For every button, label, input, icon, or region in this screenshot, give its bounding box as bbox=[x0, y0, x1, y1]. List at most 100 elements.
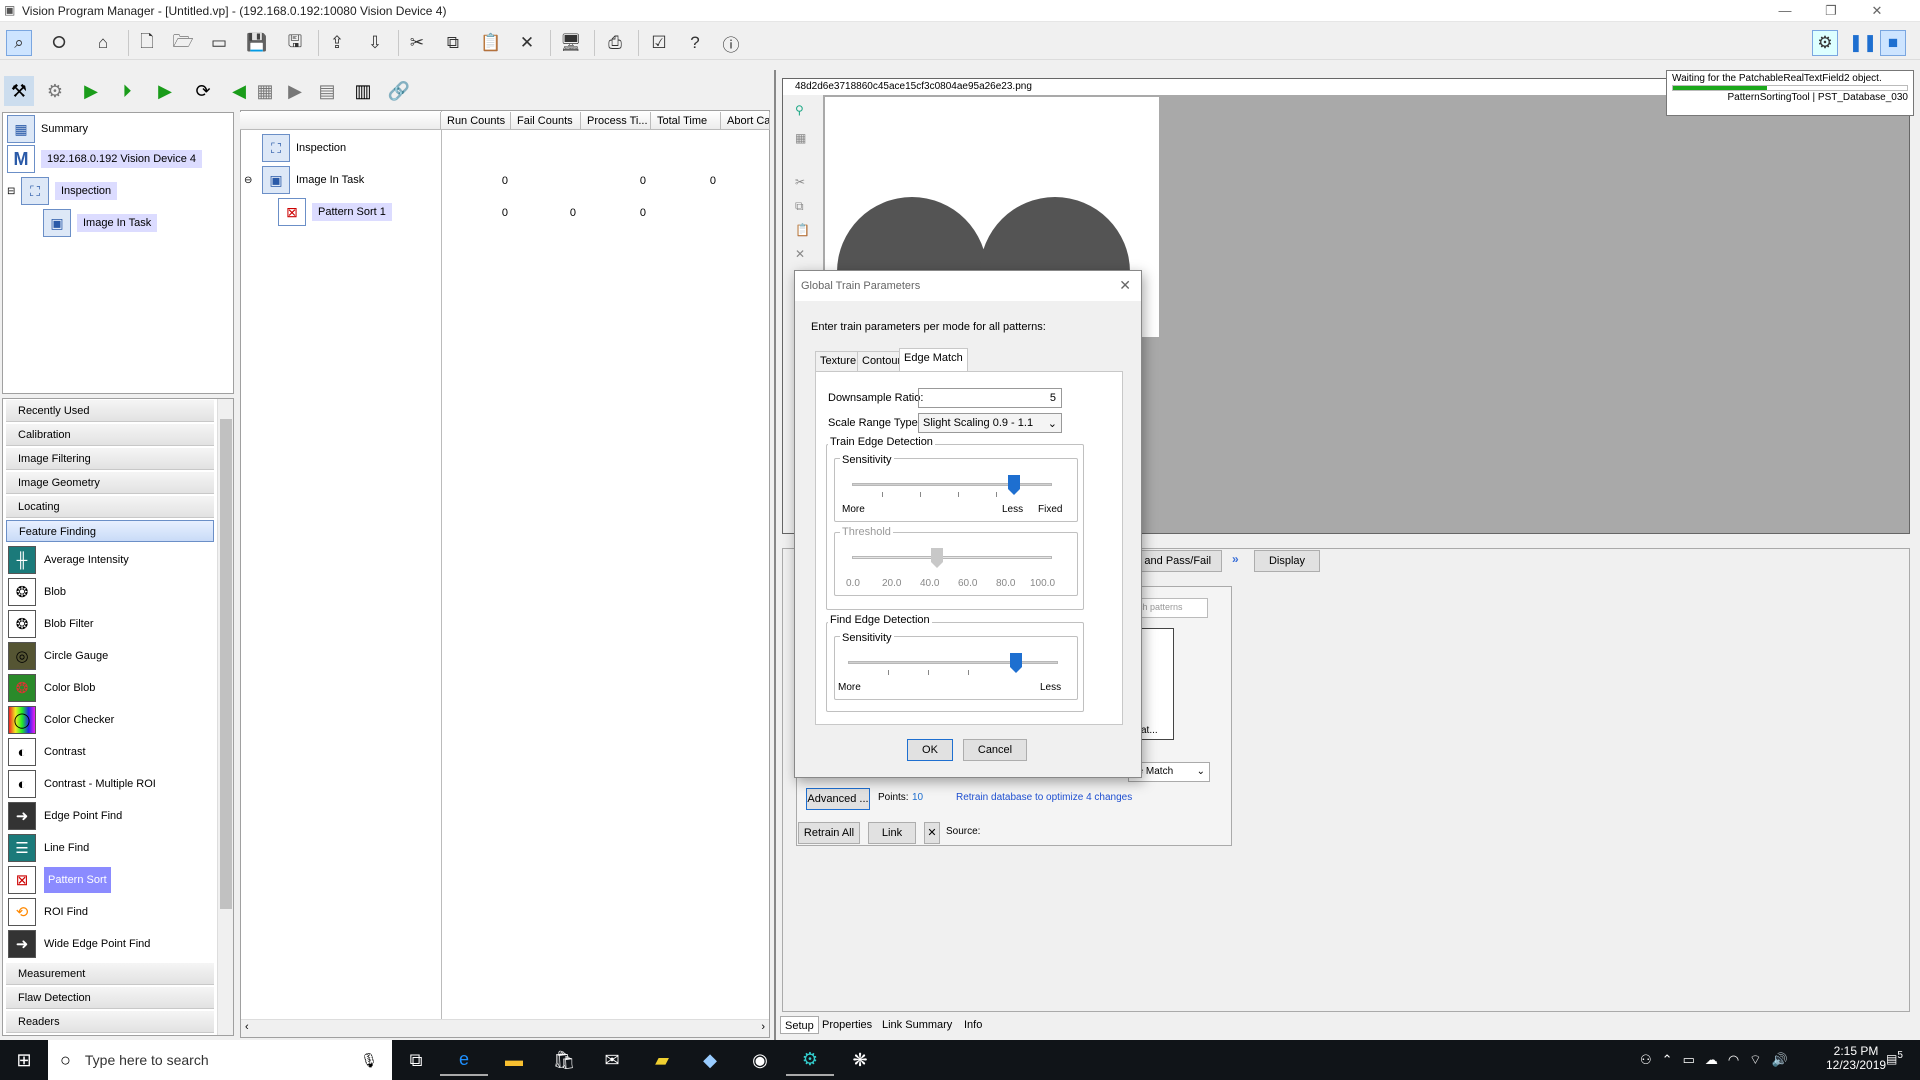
device-icon[interactable]: ⚙ bbox=[1812, 30, 1838, 56]
tree-item-device[interactable]: M 192.168.0.192 Vision Device 4 bbox=[7, 145, 203, 173]
find-sensitivity-track[interactable] bbox=[848, 661, 1058, 664]
collapse-icon[interactable]: ⊖ bbox=[244, 175, 262, 186]
store-icon[interactable]: 🛍 bbox=[540, 1044, 588, 1076]
grid-icon[interactable]: ▦ bbox=[795, 131, 806, 145]
palette-scrollbar[interactable] bbox=[217, 399, 233, 1035]
task-inspection[interactable]: ⛶ Inspection bbox=[262, 134, 346, 162]
pass-fail-tab[interactable]: l and Pass/Fail bbox=[1128, 550, 1222, 572]
cut-icon[interactable]: ✂ bbox=[404, 30, 430, 56]
continuous-run-icon[interactable]: ⟳ bbox=[188, 76, 218, 106]
tree-item-image-in-task[interactable]: ▣ Image In Task bbox=[43, 209, 158, 237]
notifications-icon[interactable]: ▤5 bbox=[1886, 1050, 1903, 1066]
save-icon[interactable]: 💾 bbox=[244, 30, 270, 56]
folder-icon[interactable]: ▭ bbox=[206, 30, 232, 56]
vision-app-icon[interactable]: ⚙ bbox=[786, 1044, 834, 1076]
home-icon[interactable]: ⌂ bbox=[90, 30, 116, 56]
tab-link-summary[interactable]: Link Summary bbox=[878, 1016, 956, 1034]
run-once-icon[interactable]: ▶ bbox=[76, 76, 106, 106]
settings-icon[interactable]: ⚙ bbox=[40, 76, 70, 106]
clear-source-icon[interactable]: ✕ bbox=[924, 822, 940, 844]
task-view-icon[interactable]: ⧉ bbox=[392, 1044, 440, 1076]
tool-contrast[interactable]: ◐ Contrast bbox=[8, 737, 86, 767]
file-explorer-icon[interactable]: ▬ bbox=[490, 1044, 538, 1076]
run-one-icon[interactable]: ▶ bbox=[150, 76, 180, 106]
minimize-button[interactable]: — bbox=[1762, 0, 1808, 22]
tool-edge-point-find[interactable]: ➜ Edge Point Find bbox=[8, 801, 122, 831]
chrome-icon[interactable]: ◉ bbox=[736, 1044, 784, 1076]
battery-icon[interactable]: ▭ bbox=[1683, 1052, 1695, 1068]
paste-icon[interactable]: 📋 bbox=[795, 223, 810, 237]
tool-circle-gauge[interactable]: ◎ Circle Gauge bbox=[8, 641, 108, 671]
image-stack-icon[interactable]: ▤ bbox=[312, 76, 342, 106]
wifi-icon[interactable]: ⌔ bbox=[1749, 1052, 1761, 1068]
upload-icon[interactable]: ⇪ bbox=[324, 30, 350, 56]
edge-browser-icon[interactable]: e bbox=[440, 1044, 488, 1076]
threshold-track[interactable] bbox=[852, 556, 1052, 559]
info-icon[interactable]: ⓘ bbox=[718, 30, 744, 56]
tool-contrast-multiple-roi[interactable]: ◐ Contrast - Multiple ROI bbox=[8, 769, 156, 799]
category-image-filtering[interactable]: Image Filtering bbox=[6, 448, 214, 470]
tool-pattern-sort[interactable]: ⊠ Pattern Sort bbox=[8, 865, 111, 895]
col-process-time[interactable]: Process Ti... bbox=[581, 112, 651, 130]
train-sensitivity-track[interactable] bbox=[852, 483, 1052, 486]
tab-properties[interactable]: Properties bbox=[818, 1016, 876, 1034]
volume-icon[interactable]: 🔊 bbox=[1771, 1052, 1787, 1068]
copy-icon[interactable]: ⧉ bbox=[440, 30, 466, 56]
stop-icon[interactable]: ⭘ bbox=[46, 30, 72, 56]
record-icon[interactable]: ▥ bbox=[348, 76, 378, 106]
tool-wide-edge-point-find[interactable]: ➜ Wide Edge Point Find bbox=[8, 929, 150, 959]
windows-start-icon[interactable]: ⊞ bbox=[0, 1044, 48, 1076]
microphone-icon[interactable]: 🎙 bbox=[360, 1052, 378, 1069]
collapse-icon[interactable]: ⊟ bbox=[7, 186, 21, 197]
download-icon[interactable]: ⇩ bbox=[362, 30, 388, 56]
maximize-button[interactable]: ❐ bbox=[1808, 0, 1854, 22]
tool-blob-filter[interactable]: ❂ Blob Filter bbox=[8, 609, 94, 639]
delete-icon[interactable]: ✕ bbox=[795, 247, 805, 261]
pointer-icon[interactable]: ⚲ bbox=[795, 103, 804, 117]
scroll-thumb[interactable] bbox=[220, 419, 232, 909]
open-icon[interactable]: 🗁 bbox=[170, 30, 196, 56]
link-icon[interactable]: 🔗 bbox=[384, 76, 414, 106]
category-image-geometry[interactable]: Image Geometry bbox=[6, 472, 214, 494]
app-icon[interactable]: ◆ bbox=[686, 1044, 734, 1076]
save-all-icon[interactable]: 🖫 bbox=[282, 30, 308, 56]
monitor-icon[interactable]: 🖥 bbox=[558, 30, 584, 56]
new-file-icon[interactable]: 🗋 bbox=[134, 30, 160, 56]
close-icon[interactable]: ✕ bbox=[1119, 277, 1131, 294]
tool-color-checker[interactable]: ◯ Color Checker bbox=[8, 705, 114, 735]
connect-icon[interactable]: ⌕ bbox=[6, 30, 32, 56]
retrain-all-button[interactable]: Retrain All bbox=[798, 822, 860, 844]
task-image-in-task[interactable]: ⊖ ▣ Image In Task bbox=[244, 166, 364, 194]
tool-color-blob[interactable]: ❂ Color Blob bbox=[8, 673, 95, 703]
retrain-link[interactable]: Retrain database to optimize 4 changes bbox=[956, 792, 1132, 803]
mail-icon[interactable]: ✉ bbox=[588, 1044, 636, 1076]
tab-edge-match[interactable]: Edge Match bbox=[899, 348, 968, 372]
scroll-right-icon[interactable]: › bbox=[761, 1021, 765, 1033]
tool-average-intensity[interactable]: ╫ Average Intensity bbox=[8, 545, 129, 575]
checklist-icon[interactable]: ☑ bbox=[646, 30, 672, 56]
tab-texture[interactable]: Texture bbox=[815, 351, 862, 371]
pause-icon[interactable]: ❚❚ bbox=[1849, 30, 1878, 56]
ok-button[interactable]: OK bbox=[907, 739, 953, 761]
copy-icon[interactable]: ⧉ bbox=[795, 199, 804, 214]
tab-setup[interactable]: Setup bbox=[780, 1016, 819, 1034]
sticky-notes-icon[interactable]: ▰ bbox=[638, 1044, 686, 1076]
taskbar-search[interactable]: ○ Type here to search 🎙 bbox=[48, 1040, 392, 1080]
cut-icon[interactable]: ✂ bbox=[795, 175, 805, 189]
grid-hscrollbar[interactable]: ‹ › bbox=[241, 1019, 769, 1037]
advanced-button[interactable]: Advanced ... bbox=[806, 788, 870, 810]
display-tab[interactable]: Display bbox=[1254, 550, 1320, 572]
clock[interactable]: 2:15 PM 12/23/2019 bbox=[1826, 1044, 1886, 1072]
col-abort[interactable]: Abort Ca bbox=[721, 112, 770, 130]
category-calibration[interactable]: Calibration bbox=[6, 424, 214, 446]
network-icon[interactable]: ◠ bbox=[1728, 1052, 1739, 1068]
tab-info[interactable]: Info bbox=[960, 1016, 986, 1034]
scale-range-select[interactable]: Slight Scaling 0.9 - 1.1 ⌄ bbox=[918, 413, 1062, 433]
film-icon[interactable]: ▦ bbox=[250, 76, 280, 106]
category-feature-finding[interactable]: Feature Finding bbox=[6, 520, 214, 542]
col-total-time[interactable]: Total Time bbox=[651, 112, 721, 130]
next-icon[interactable]: ▶ bbox=[280, 76, 310, 106]
delete-icon[interactable]: ✕ bbox=[514, 30, 540, 56]
col-run-counts[interactable]: Run Counts bbox=[441, 112, 511, 130]
cancel-button[interactable]: Cancel bbox=[963, 739, 1027, 761]
